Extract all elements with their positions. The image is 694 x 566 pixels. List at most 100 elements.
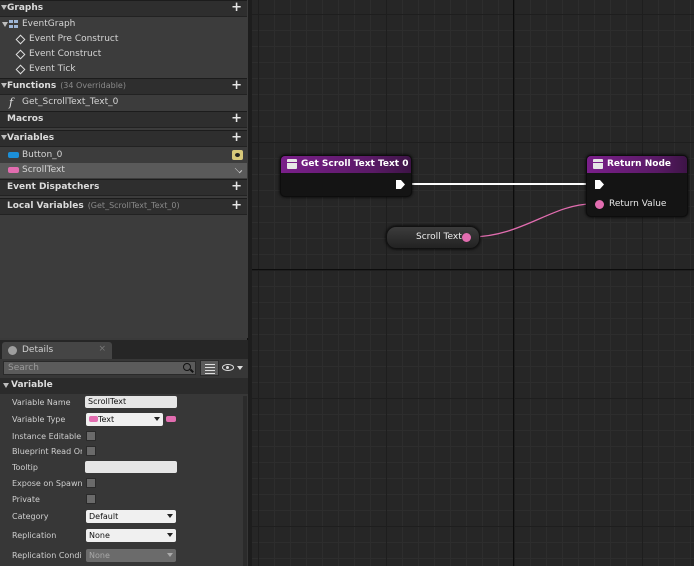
prop-label: Replication [12,531,57,540]
prop-label: Private [12,495,40,504]
add-variable-plus-icon[interactable]: + [231,131,242,145]
scroll-text-output-pin[interactable] [462,233,471,242]
chevron-down-icon [167,553,173,557]
chevron-down-icon[interactable] [234,165,243,174]
exec-output-pin[interactable] [396,180,405,189]
tab-details[interactable]: Details × [2,342,112,359]
variable-item-label: ScrollText [22,165,65,175]
text-data-wire[interactable] [469,203,593,238]
expose-on-spawn-checkbox[interactable] [86,478,96,488]
graph-item-label: Event Construct [29,49,102,59]
text-variable-pill-icon [8,167,19,173]
variable-item-label: Button_0 [22,150,63,160]
function-icon: f [9,96,14,109]
instance-editable-checkbox[interactable] [86,431,96,441]
functions-section-title: Functions (34 Overridable) [7,81,126,91]
prop-blueprint-read-only: Blueprint Read Onl [0,444,240,460]
local-variables-function-name: (Get_ScrollText_Text_0) [87,201,180,210]
graph-item-label: Event Tick [29,64,76,74]
function-entry-node[interactable]: Get Scroll Text Text 0 [280,155,412,197]
add-function-plus-icon[interactable]: + [231,79,242,93]
replication-condition-value: None [89,551,110,560]
prop-replication-condition: Replication Conditi None [0,548,240,564]
chevron-down-icon [167,514,173,518]
prop-label: Expose on Spawn [12,479,82,488]
functions-section-header[interactable]: Functions (34 Overridable) + [0,78,247,95]
text-type-pill-icon [89,416,98,422]
macros-section-header[interactable]: Macros + [0,111,247,128]
category-dropdown[interactable]: Default [86,510,176,523]
eye-icon [222,364,234,371]
variable-type-dropdown[interactable]: Text [86,413,163,426]
replication-condition-dropdown[interactable]: None [86,549,176,562]
search-placeholder: Search [8,363,39,373]
replication-dropdown[interactable]: None [86,529,176,542]
details-panel: Details × Search Variable Variable Name … [0,340,248,566]
return-value-pin-label: Return Value [609,199,667,209]
exec-input-pin[interactable] [595,180,604,189]
graphs-section-header[interactable]: Graphs + [0,0,247,17]
event-graph-icon [9,20,19,29]
blueprint-read-only-checkbox[interactable] [86,446,96,456]
prop-label: Replication Conditi [12,551,82,560]
add-event-dispatcher-plus-icon[interactable]: + [231,180,242,194]
graph-item-label: Event Pre Construct [29,34,119,44]
object-variable-pill-icon [8,152,19,158]
variable-item-button-0[interactable]: Button_0 [0,148,247,163]
chevron-down-icon [154,417,160,421]
graphs-section-title: Graphs [7,3,44,13]
graph-item-event-tick[interactable]: Event Tick [0,62,247,77]
graph-item-event-pre-construct[interactable]: Event Pre Construct [0,32,247,47]
prop-tooltip: Tooltip [0,460,240,476]
local-variables-section-header[interactable]: Local Variables (Get_ScrollText_Text_0) + [0,198,247,215]
return-node[interactable]: Return Node Return Value [586,155,688,217]
node-header: Return Node [587,156,687,173]
variable-name-input[interactable]: ScrollText [85,396,177,408]
view-options-eye-icon[interactable] [222,361,244,375]
functions-overridable-count: (34 Overridable) [60,81,126,90]
close-icon[interactable]: × [98,344,106,354]
blueprint-graph-canvas[interactable]: Get Scroll Text Text 0 Return Node Retur… [252,0,694,566]
graph-item-event-construct[interactable]: Event Construct [0,47,247,62]
event-diamond-icon [15,49,26,60]
private-checkbox[interactable] [86,494,96,504]
graph-origin-vertical-line [513,0,514,566]
graph-origin-horizontal-line [252,269,694,270]
tooltip-input[interactable] [85,461,177,473]
details-tab-strip: Details × [0,340,248,359]
prop-label: Blueprint Read Onl [12,447,82,456]
event-diamond-icon [15,34,26,45]
search-icon[interactable] [183,363,191,371]
return-value-input-pin[interactable] [595,200,604,209]
variables-section-header[interactable]: Variables + [0,130,247,147]
event-dispatchers-section-header[interactable]: Event Dispatchers + [0,179,247,196]
add-macro-plus-icon[interactable]: + [231,112,242,126]
container-type-pill-icon[interactable] [166,416,176,422]
tab-label: Details [22,345,54,355]
chevron-down-icon [237,366,243,370]
details-search-input[interactable]: Search [3,361,196,375]
collapse-arrow-icon[interactable] [2,22,8,27]
add-graph-plus-icon[interactable]: + [231,1,242,15]
function-node-icon [287,159,297,169]
collapse-arrow-icon[interactable] [3,383,9,388]
graph-item-label: EventGraph [22,19,76,29]
prop-private: Private [0,492,240,508]
prop-label: Instance Editable [12,432,82,441]
function-item-get-scrolltext[interactable]: f Get_ScrollText_Text_0 [0,95,247,110]
details-tab-icon [8,346,17,355]
replication-value: None [89,531,110,540]
add-local-variable-plus-icon[interactable]: + [231,199,242,213]
visibility-eye-icon[interactable] [232,150,243,160]
getter-title: Scroll Text [416,232,462,242]
prop-variable-name: Variable Name ScrollText [0,395,240,411]
variable-category-header[interactable]: Variable [0,378,248,394]
prop-variable-type: Variable Type Text [0,412,240,428]
property-matrix-button[interactable] [200,360,219,376]
scroll-text-getter-node[interactable]: Scroll Text [386,226,480,249]
details-scrollbar[interactable] [243,396,247,566]
my-blueprint-panel: Graphs + EventGraph Event Pre Construct … [0,0,248,338]
prop-label: Category [12,512,49,521]
graph-item-eventgraph[interactable]: EventGraph [0,17,247,32]
variable-item-scrolltext[interactable]: ScrollText [0,163,247,178]
